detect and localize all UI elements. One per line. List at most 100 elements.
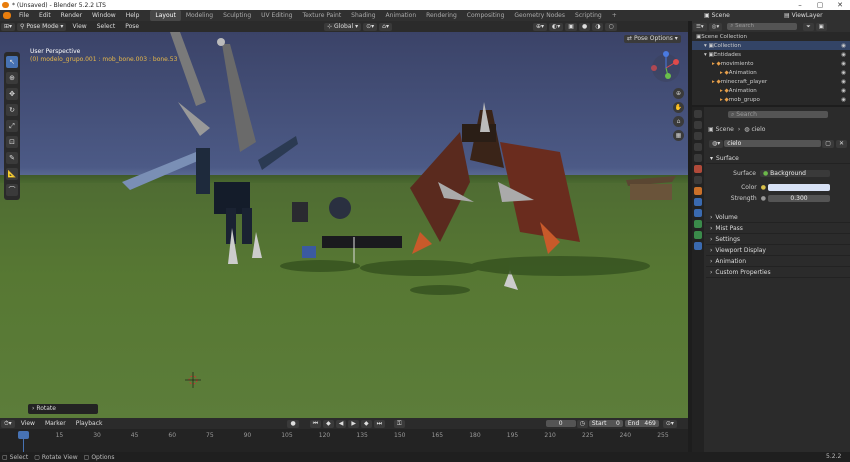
world-browse-icon[interactable]: ◍▾ — [709, 139, 724, 148]
timeline-view-menu[interactable]: View — [16, 418, 40, 429]
overlay-icon[interactable]: ◐▾ — [549, 22, 564, 31]
xray-icon[interactable]: ▣ — [565, 22, 577, 31]
record-icon[interactable]: ● — [287, 419, 299, 428]
tab-scripting[interactable]: Scripting — [570, 10, 607, 21]
3d-viewport[interactable]: User Perspective (0) modelo_grupo.001 : … — [0, 32, 688, 418]
world-tab-icon[interactable] — [694, 165, 702, 173]
physics-tab-icon[interactable] — [694, 220, 702, 228]
tab-geometry-nodes[interactable]: Geometry Nodes — [509, 10, 570, 21]
render-tab-icon[interactable] — [694, 121, 702, 129]
visibility-eye-icon[interactable]: ◉ — [841, 52, 846, 58]
panel-volume[interactable]: › Volume — [706, 212, 850, 223]
shading-material-icon[interactable]: ◑ — [592, 22, 604, 31]
output-tab-icon[interactable] — [694, 132, 702, 140]
surface-shader-field[interactable]: ● Background — [760, 169, 830, 177]
world-name-field[interactable]: cielo — [724, 140, 822, 147]
menu-help[interactable]: Help — [121, 10, 145, 21]
transform-tool-icon[interactable]: ⊡ — [6, 136, 18, 148]
pose-options-button[interactable]: ⇄ Pose Options ▾ — [624, 35, 681, 43]
pan-hand-icon[interactable]: ✋ — [673, 102, 684, 113]
tab-animation[interactable]: Animation — [381, 10, 422, 21]
panel-mist-pass[interactable]: › Mist Pass — [706, 223, 850, 234]
timeline-view-icon[interactable]: ⊙▾ — [662, 419, 677, 428]
shading-solid-icon[interactable]: ● — [578, 22, 591, 31]
object-tab-icon[interactable] — [694, 187, 702, 195]
play-icon[interactable]: ▶ — [348, 419, 360, 428]
scene-tab-icon[interactable] — [694, 154, 702, 162]
tab-uv-editing[interactable]: UV Editing — [256, 10, 297, 21]
menu-edit[interactable]: Edit — [34, 10, 56, 21]
visibility-eye-icon[interactable]: ◉ — [841, 43, 846, 49]
new-collection-icon[interactable]: ▣ — [815, 22, 827, 31]
particles-tab-icon[interactable] — [694, 209, 702, 217]
transform-orientation[interactable]: ⊹ Global ▾ — [324, 22, 362, 31]
tab-rendering[interactable]: Rendering — [421, 10, 462, 21]
camera-view-icon[interactable]: ⌂ — [673, 116, 684, 127]
end-frame-field[interactable]: End 469 — [624, 420, 659, 427]
start-frame-field[interactable]: Start 0 — [588, 420, 623, 427]
collection-tab-icon[interactable] — [694, 176, 702, 184]
select-menu[interactable]: Select — [92, 21, 121, 32]
last-operator-panel[interactable]: › Rotate — [28, 404, 98, 414]
tab-layout[interactable]: Layout — [150, 10, 181, 21]
view-menu[interactable]: View — [67, 21, 91, 32]
menu-render[interactable]: Render — [56, 10, 87, 21]
timeline-frames[interactable]: 15 30 45 60 75 90 105 120 135 150 165 180 195 210 225 2… — [0, 431, 688, 453]
next-key-icon[interactable]: ◆ — [361, 419, 372, 428]
visibility-eye-icon[interactable]: ◉ — [841, 97, 846, 103]
maximize-button[interactable]: ▢ — [810, 0, 830, 10]
cursor-tool-icon[interactable]: ⊕ — [6, 72, 18, 84]
fake-user-icon[interactable]: ▢ — [822, 139, 834, 148]
panel-custom-properties[interactable]: › Custom Properties — [706, 267, 850, 278]
outliner-search-input[interactable]: ⌕ Search — [727, 23, 798, 30]
color-swatch[interactable] — [768, 184, 830, 191]
outliner-display-mode-icon[interactable]: ◎▾ — [708, 22, 723, 31]
jump-start-icon[interactable]: ⏮ — [309, 419, 322, 428]
tab-shading[interactable]: Shading — [346, 10, 380, 21]
zoom-icon[interactable]: ⊕ — [673, 88, 684, 99]
view-layer-selector[interactable]: ▤ ViewLayer — [784, 11, 823, 20]
minimize-button[interactable]: – — [790, 0, 810, 10]
tab-compositing[interactable]: Compositing — [462, 10, 510, 21]
timeline-editor-type-icon[interactable]: ⏱▾ — [1, 419, 15, 428]
select-tool-icon[interactable]: ↖ — [6, 56, 18, 68]
outliner-item-animation[interactable]: ▸ ◆ Animation ◉ — [692, 68, 850, 77]
unlink-icon[interactable]: ✕ — [835, 139, 847, 148]
pose-menu[interactable]: Pose — [120, 21, 144, 32]
visibility-eye-icon[interactable]: ◉ — [841, 70, 846, 76]
outliner-item-collection[interactable]: ▾ ▣ Collection ◉ — [692, 41, 850, 50]
mode-selector[interactable]: ⚲ Pose Mode ▾ — [17, 22, 67, 31]
panel-viewport-display[interactable]: › Viewport Display — [706, 245, 850, 256]
shading-rendered-icon[interactable]: ○ — [605, 22, 617, 31]
visibility-eye-icon[interactable]: ◉ — [841, 88, 846, 94]
keying-icon[interactable]: ⚿ — [394, 419, 405, 428]
measure-tool-icon[interactable]: 📐 — [6, 168, 18, 180]
playhead[interactable] — [18, 431, 29, 439]
bone-tool-icon[interactable]: ⌒ — [6, 184, 18, 196]
tab-sculpting[interactable]: Sculpting — [218, 10, 256, 21]
strength-field[interactable]: 0.300 — [768, 195, 830, 202]
properties-search-input[interactable]: ⌕ Search — [728, 110, 828, 118]
scale-tool-icon[interactable]: ⤢ — [6, 120, 18, 132]
gizmo-icon[interactable]: ⊕▾ — [532, 22, 548, 31]
outliner-item-minecraft-player[interactable]: ▸ ◆ minecraft_player ◉ — [692, 77, 850, 86]
editor-type-icon[interactable]: ⊞▾ — [1, 22, 16, 31]
add-workspace-icon[interactable]: + — [607, 10, 622, 21]
surface-panel-header[interactable]: ▾ Surface — [706, 153, 850, 164]
current-frame-field[interactable]: 0 — [545, 420, 576, 427]
menu-file[interactable]: File — [14, 10, 34, 21]
blender-menu-icon[interactable] — [3, 12, 11, 19]
rotate-tool-icon[interactable]: ↻ — [6, 104, 18, 116]
clock-icon[interactable]: ◷ — [576, 419, 588, 428]
menu-window[interactable]: Window — [87, 10, 121, 21]
jump-end-icon[interactable]: ⏭ — [373, 419, 386, 428]
visibility-eye-icon[interactable]: ◉ — [841, 79, 846, 85]
timeline-marker-menu[interactable]: Marker — [40, 418, 71, 429]
constraints-tab-icon[interactable] — [694, 231, 702, 239]
visibility-eye-icon[interactable]: ◉ — [841, 61, 846, 67]
ortho-grid-icon[interactable]: ▦ — [673, 130, 684, 141]
outliner-editor-type-icon[interactable]: ☰▾ — [693, 22, 707, 31]
outliner-item-scene-collection[interactable]: ▣ Scene Collection — [692, 32, 850, 41]
tab-texture-paint[interactable]: Texture Paint — [297, 10, 346, 21]
view-layer-tab-icon[interactable] — [694, 143, 702, 151]
